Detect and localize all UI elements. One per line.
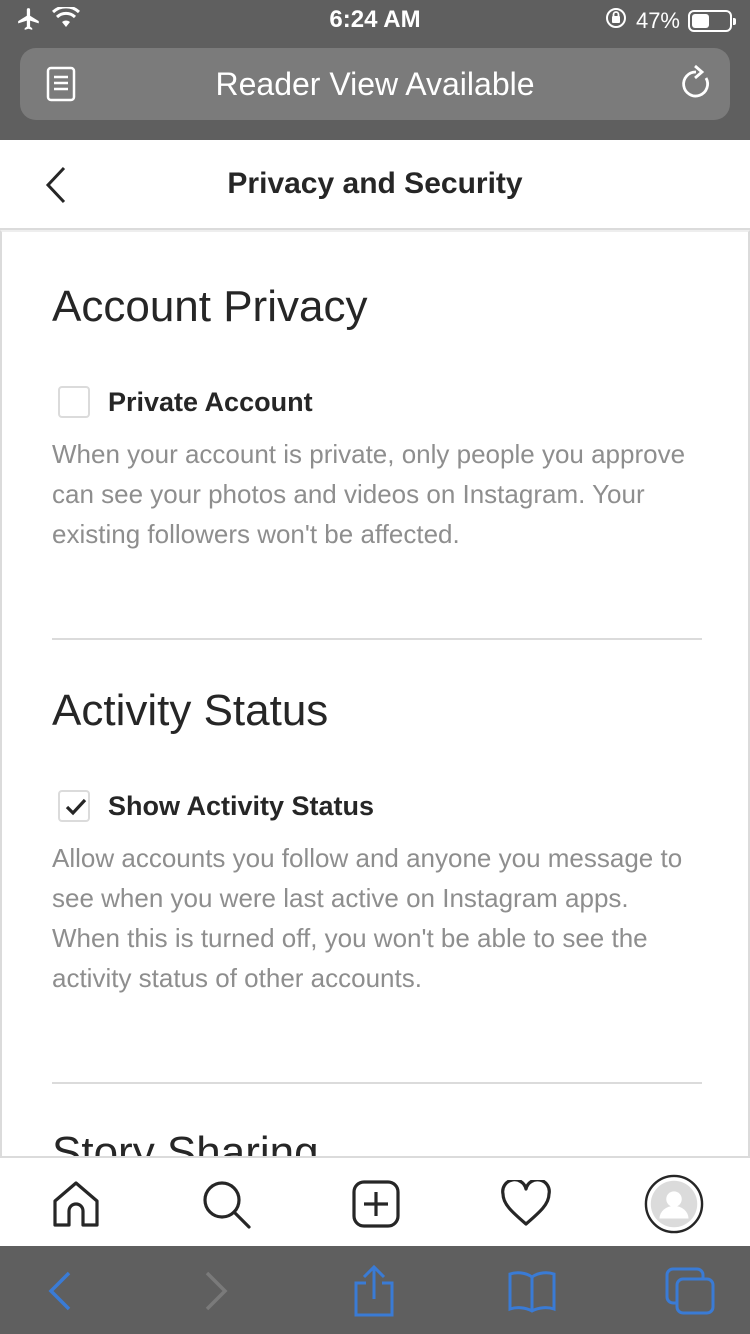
activity-heart-icon [501,1180,551,1226]
page-title: Privacy and Security [227,167,523,200]
settings-content[interactable]: Account Privacy Private Account When you… [0,230,750,1156]
page-header: Privacy and Security [0,140,750,230]
battery-percent: 47% [635,8,680,33]
address-text: Reader View Available [215,66,535,102]
tab-bar [0,1156,750,1246]
battery-icon [688,10,736,32]
activity-tab[interactable] [496,1174,556,1234]
forward-icon [205,1271,228,1311]
browser-bottom-toolbar [0,1246,750,1334]
new-post-icon [352,1180,400,1228]
battery-level [692,14,709,28]
activity-status-title: Activity Status [52,686,329,735]
home-tab[interactable] [46,1174,106,1234]
home-icon [53,1181,99,1227]
tabs-button[interactable] [660,1264,720,1318]
new-post-tab[interactable] [346,1174,406,1234]
private-account-checkbox[interactable] [58,386,90,418]
back-icon [48,1271,71,1311]
browser-back-button[interactable] [30,1264,90,1318]
activity-status-section: Activity Status [52,686,702,736]
story-sharing-title: Story Sharing [52,1128,319,1156]
checkmark-icon [65,798,87,816]
profile-avatar [644,1174,704,1234]
status-bar: 6:24 AM 47% [0,0,750,40]
show-activity-status-checkbox[interactable] [58,790,90,822]
search-icon [203,1181,251,1229]
show-activity-status-label: Show Activity Status [108,790,375,821]
address-bar[interactable]: Reader View Available [20,48,730,120]
bookmarks-icon [508,1271,556,1313]
browser-top-chrome: 6:24 AM 47% Reader View Available [0,0,750,140]
private-account-description: When your account is private, only peopl… [52,439,686,549]
story-sharing-section: Story Sharing [52,1128,702,1156]
orientation-lock-icon [604,6,628,36]
section-divider [52,1082,702,1084]
share-button[interactable] [344,1264,404,1318]
private-account-row[interactable]: Private Account [58,386,313,418]
profile-tab[interactable] [644,1174,704,1234]
activity-status-description: Allow accounts you follow and anyone you… [52,843,683,993]
account-privacy-title: Account Privacy [52,282,368,331]
share-icon [354,1265,394,1317]
search-tab[interactable] [196,1174,256,1234]
section-divider [52,638,702,640]
show-activity-status-row[interactable]: Show Activity Status [58,790,374,822]
tabs-icon [665,1267,715,1315]
reload-icon[interactable] [678,64,714,109]
private-account-label: Private Account [108,386,313,417]
account-privacy-section: Account Privacy [52,282,702,332]
browser-forward-button[interactable] [186,1264,246,1318]
bookmarks-button[interactable] [502,1264,562,1318]
